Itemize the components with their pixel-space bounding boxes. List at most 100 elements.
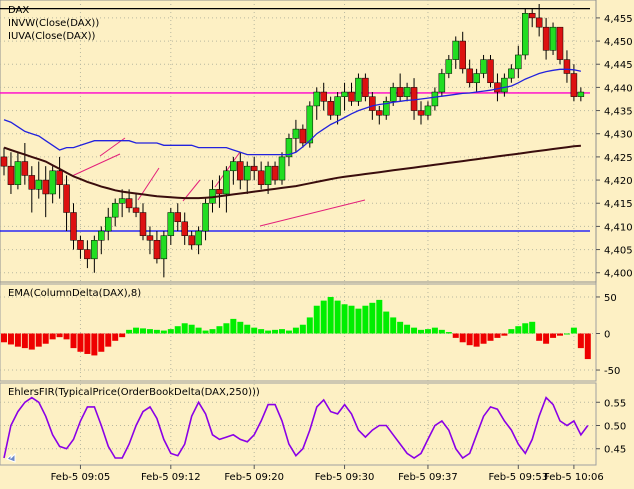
delta-tick-label: 0 (604, 330, 610, 341)
time-tick-label: Feb-5 09:37 (398, 472, 458, 483)
candle-body (459, 40, 466, 70)
candle-body (563, 59, 571, 74)
delta-bar (105, 333, 112, 347)
delta-bar (292, 327, 299, 334)
chart-workspace: 4,400 4,405 4,410 4,415 4,420 4,425 4,430 4,435… (0, 0, 634, 485)
delta-bar (369, 302, 376, 334)
candle-body (250, 165, 258, 172)
candle-body (452, 40, 459, 60)
candle-body (174, 212, 181, 223)
price-label-1: INVW(Close(DAX)) (8, 18, 99, 29)
delta-bar (84, 333, 91, 354)
candle-body (49, 170, 56, 195)
candle-body (341, 91, 348, 97)
price-tick-label: 4,405 (604, 246, 633, 257)
delta-bar (438, 329, 445, 334)
delta-bar (424, 329, 431, 334)
delta-bar (216, 326, 223, 334)
price-tick-label: 4,400 (604, 269, 633, 280)
fir-tick-label: 0.55 (604, 398, 626, 409)
candle-body (424, 105, 432, 116)
delta-bar (70, 333, 77, 349)
delta-bar (313, 305, 320, 334)
delta-bar (251, 327, 258, 334)
time-tick-label: Feb-5 10:06 (544, 472, 604, 483)
price-tick-label: 4,425 (604, 153, 633, 164)
candle-body (362, 77, 369, 97)
candle-body (389, 87, 397, 102)
delta-bar (299, 324, 306, 334)
delta-bar (557, 333, 563, 336)
delta-bar (202, 330, 209, 334)
time-tick-label: Feb-5 09:53 (488, 472, 548, 483)
delta-bar (397, 321, 404, 334)
candle-body (292, 128, 300, 139)
delta-bar (146, 329, 153, 334)
candle-body (403, 87, 411, 97)
candle-body (28, 175, 36, 190)
trading-chart: 4,400 4,405 4,410 4,415 4,420 4,425 4,430 4,435… (0, 0, 633, 483)
delta-bar (21, 333, 28, 349)
candle-body (105, 216, 112, 232)
candle-body (278, 156, 286, 181)
candle-body (306, 105, 314, 144)
price-label-2: IUVA(Close(DAX)) (8, 31, 95, 42)
delta-bar (431, 327, 438, 334)
candle-body (473, 73, 480, 84)
price-tick-label: 4,415 (604, 199, 633, 210)
delta-bar (445, 332, 452, 334)
delta-bar (508, 329, 515, 334)
candle-body (7, 165, 15, 185)
candle-body (549, 26, 557, 51)
delta-bar (452, 333, 459, 338)
candle-body (160, 235, 168, 260)
delta-tick-label: 50 (604, 293, 617, 304)
delta-bar (306, 317, 313, 334)
candle-body (77, 240, 84, 250)
delta-bar (362, 305, 369, 334)
candle-body (501, 77, 508, 93)
candle-body (570, 73, 578, 97)
delta-bar (466, 333, 473, 346)
delta-bar (160, 330, 167, 334)
candle-body (257, 170, 265, 185)
delta-bar (28, 333, 35, 350)
delta-bar (543, 333, 550, 344)
delta-bar (133, 327, 140, 334)
candle-body (70, 212, 77, 241)
candle-body (139, 212, 147, 236)
delta-bar (383, 311, 390, 334)
price-tick-label: 4,450 (604, 37, 633, 48)
candle-body (195, 230, 202, 246)
delta-bar (265, 330, 272, 334)
delta-bar (167, 329, 174, 334)
delta-bar (223, 323, 230, 334)
delta-bar (14, 333, 21, 347)
delta-bar (285, 330, 292, 334)
candle-body (132, 207, 140, 213)
candle-body (223, 170, 230, 195)
candle-body (153, 240, 161, 260)
price-tick-label: 4,445 (604, 60, 633, 71)
candle-body (487, 59, 494, 84)
candle-body (0, 156, 8, 167)
delta-bar (77, 333, 84, 352)
candle-body (376, 110, 383, 116)
time-tick-label: Feb-5 09:20 (224, 472, 284, 483)
candle-body (417, 110, 425, 116)
delta-bar (411, 327, 418, 334)
delta-bar (376, 299, 383, 334)
delta-bar (244, 324, 251, 334)
delta-bar (418, 329, 424, 334)
delta-bar (501, 333, 508, 336)
delta-bar (480, 333, 487, 344)
candle-body (202, 202, 209, 232)
candle-body (237, 161, 244, 181)
delta-bar (258, 329, 265, 334)
delta-bar (56, 333, 63, 338)
delta-bar (42, 333, 49, 344)
candle-body (445, 59, 453, 74)
delta-bar (35, 333, 42, 347)
candle-body (167, 212, 175, 236)
candle-body (35, 179, 42, 190)
